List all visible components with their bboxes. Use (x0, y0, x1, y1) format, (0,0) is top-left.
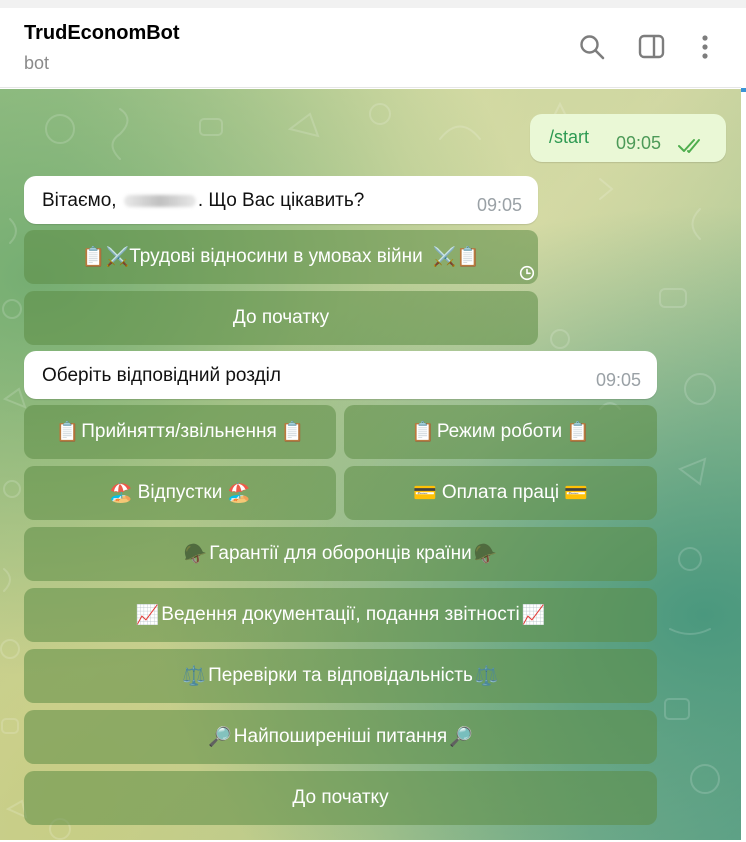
message-text: Вітаємо, . Що Вас цікавить? (42, 190, 364, 212)
button-label: Перевірки та відповідальність (208, 665, 473, 686)
keyboard-button-documentation[interactable]: 📈 Ведення документації, подання звітност… (24, 588, 657, 642)
balance-scale-icon: ⚖️ (474, 666, 499, 687)
button-label: До початку (232, 307, 330, 328)
chat-area[interactable]: /start 09:05 Вітаємо, . Що Вас цікавить?… (0, 89, 741, 840)
beach-icon: 🏖️ (108, 483, 133, 504)
button-label: Трудові відносини в умовах війни (129, 246, 423, 267)
clipboard-icon: 📋 (280, 422, 305, 443)
chat-header: TrudEconomBot bot (0, 8, 741, 88)
button-label: Ведення документації, подання звітності (161, 604, 520, 625)
incoming-message-section: Оберіть відповідний розділ 09:05 (24, 351, 657, 399)
message-time: 09:05 (476, 195, 522, 215)
clock-icon (519, 265, 535, 281)
credit-card-icon: 💳 (564, 483, 588, 504)
window-top-band (0, 0, 746, 8)
outgoing-message: /start 09:05 (530, 114, 726, 162)
keyboard-button-to-start[interactable]: До початку (24, 291, 538, 345)
window-edge (741, 8, 746, 842)
message-text[interactable]: /start (549, 127, 589, 148)
more-vertical-icon[interactable] (690, 32, 720, 62)
button-label: Режим роботи (436, 421, 563, 442)
clipboard-swords-icon: 📋⚔️ (81, 247, 130, 268)
clipboard-icon: 📋 (566, 422, 590, 443)
beach-icon: 🏖️ (227, 483, 252, 504)
sidebar-icon[interactable] (637, 32, 667, 62)
redacted-name (123, 194, 196, 207)
button-label: До початку (292, 787, 389, 808)
keyboard-button-hiring[interactable]: 📋 Прийняття/звільнення 📋 (24, 405, 336, 459)
chat-title[interactable]: TrudEconomBot (24, 22, 180, 45)
credit-card-icon: 💳 (413, 483, 437, 504)
keyboard-button-work-mode[interactable]: 📋 Режим роботи 📋 (344, 405, 657, 459)
keyboard-button-faq[interactable]: 🔎 Найпоширеніші питання 🔎 (24, 710, 657, 764)
button-label: Оплата праці (441, 482, 560, 503)
chat-subtitle: bot (24, 53, 50, 73)
clipboard-icon: 📋 (55, 422, 80, 443)
chart-increasing-icon: 📈 (521, 605, 546, 626)
keyboard-button-vacations[interactable]: 🏖️ Відпустки 🏖️ (24, 466, 336, 520)
message-time: 09:05 (616, 133, 662, 153)
chart-increasing-icon: 📈 (135, 605, 160, 626)
message-time: 09:05 (595, 370, 641, 390)
keyboard-button-inspections[interactable]: ⚖️ Перевірки та відповідальність ⚖️ (24, 649, 657, 703)
button-label: Найпоширеніші питання (233, 726, 448, 747)
button-label: Прийняття/звільнення (81, 421, 277, 442)
balance-scale-icon: ⚖️ (182, 666, 207, 687)
clipboard-icon: 📋 (411, 422, 435, 443)
magnifying-glass-icon: 🔎 (208, 727, 232, 748)
greeting-end: . Що Вас цікавить? (197, 190, 365, 211)
search-icon[interactable] (577, 32, 607, 62)
keyboard-button-defenders[interactable]: 🪖 Гарантії для оборонців країни 🪖 (24, 527, 657, 581)
keyboard-button-to-start-2[interactable]: До початку (24, 771, 657, 825)
military-helmet-icon: 🪖 (473, 544, 498, 565)
military-helmet-icon: 🪖 (183, 544, 208, 565)
greeting-start: Вітаємо, (42, 190, 117, 211)
incoming-message-greeting: Вітаємо, . Що Вас цікавить? 09:05 (24, 176, 538, 224)
magnifying-glass-icon: 🔎 (449, 727, 473, 748)
swords-clipboard-icon: ⚔️📋 (432, 247, 481, 268)
double-check-icon (678, 139, 700, 153)
keyboard-button-labor-relations[interactable]: 📋⚔️ Трудові відносини в умовах війни ⚔️📋 (24, 230, 538, 284)
button-label: Відпустки (137, 482, 223, 503)
button-label: Гарантії для оборонців країни (209, 543, 472, 564)
message-text[interactable]: Оберіть відповідний розділ (42, 365, 281, 387)
keyboard-button-payment[interactable]: 💳 Оплата праці 💳 (344, 466, 657, 520)
